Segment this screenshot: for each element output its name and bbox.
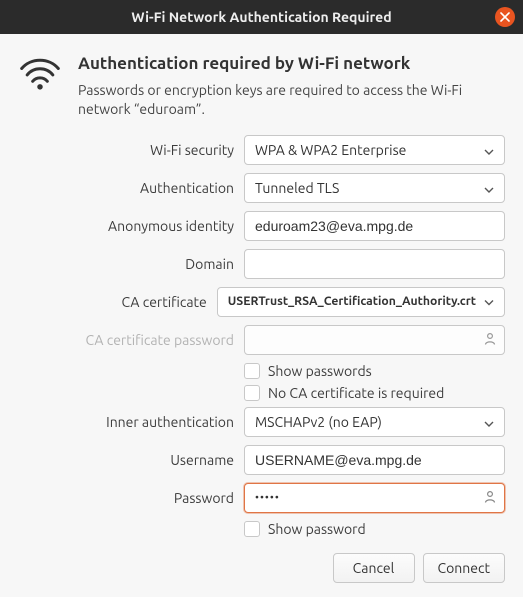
action-bar: Cancel Connect — [18, 553, 505, 583]
domain-input[interactable] — [244, 249, 505, 279]
chevron-down-icon — [484, 295, 494, 308]
dialog-heading: Authentication required by Wi-Fi network — [78, 54, 505, 73]
chevron-down-icon — [484, 414, 494, 430]
ca-certificate-label: CA certificate — [18, 294, 217, 310]
chevron-down-icon — [484, 180, 494, 196]
cancel-button[interactable]: Cancel — [333, 553, 415, 583]
user-icon — [483, 489, 497, 506]
anonymous-identity-label: Anonymous identity — [18, 218, 244, 234]
username-input[interactable] — [244, 445, 505, 475]
authentication-label: Authentication — [18, 180, 244, 196]
user-icon — [483, 331, 497, 348]
password-value: ••••• — [255, 492, 280, 504]
window-title: Wi-Fi Network Authentication Required — [131, 9, 391, 25]
close-button[interactable] — [495, 7, 515, 27]
chevron-down-icon — [484, 142, 494, 158]
close-icon — [500, 9, 510, 25]
header: Authentication required by Wi-Fi network… — [18, 54, 505, 119]
wifi-icon — [18, 54, 62, 119]
wifi-security-value: WPA & WPA2 Enterprise — [255, 142, 406, 158]
ca-cert-password-label: CA certificate password — [18, 332, 244, 348]
ca-certificate-dropdown[interactable]: USERTrust_RSA_Certification_Authority.cr… — [217, 287, 505, 317]
authentication-value: Tunneled TLS — [255, 180, 339, 196]
title-bar: Wi-Fi Network Authentication Required — [0, 0, 523, 34]
show-passwords-label: Show passwords — [268, 363, 372, 379]
domain-label: Domain — [18, 256, 244, 272]
wifi-security-dropdown[interactable]: WPA & WPA2 Enterprise — [244, 135, 505, 165]
password-label: Password — [18, 490, 244, 506]
show-password-label: Show password — [268, 521, 366, 537]
inner-authentication-label: Inner authentication — [18, 414, 244, 430]
dialog-content: Authentication required by Wi-Fi network… — [0, 34, 523, 597]
anonymous-identity-input[interactable] — [244, 211, 505, 241]
ca-cert-password-input — [244, 325, 505, 355]
show-password-checkbox[interactable] — [244, 521, 260, 537]
no-ca-required-checkbox[interactable] — [244, 385, 260, 401]
password-input[interactable]: ••••• — [244, 483, 505, 513]
show-passwords-checkbox[interactable] — [244, 363, 260, 379]
authentication-dropdown[interactable]: Tunneled TLS — [244, 173, 505, 203]
form: Wi-Fi security WPA & WPA2 Enterprise Aut… — [18, 135, 505, 583]
inner-authentication-dropdown[interactable]: MSCHAPv2 (no EAP) — [244, 407, 505, 437]
username-label: Username — [18, 452, 244, 468]
wifi-security-label: Wi-Fi security — [18, 142, 244, 158]
connect-button[interactable]: Connect — [423, 553, 506, 583]
dialog-subtext: Passwords or encryption keys are require… — [78, 81, 505, 119]
inner-authentication-value: MSCHAPv2 (no EAP) — [255, 414, 382, 430]
no-ca-required-label: No CA certificate is required — [268, 385, 444, 401]
ca-certificate-value: USERTrust_RSA_Certification_Authority.cr… — [228, 295, 476, 308]
